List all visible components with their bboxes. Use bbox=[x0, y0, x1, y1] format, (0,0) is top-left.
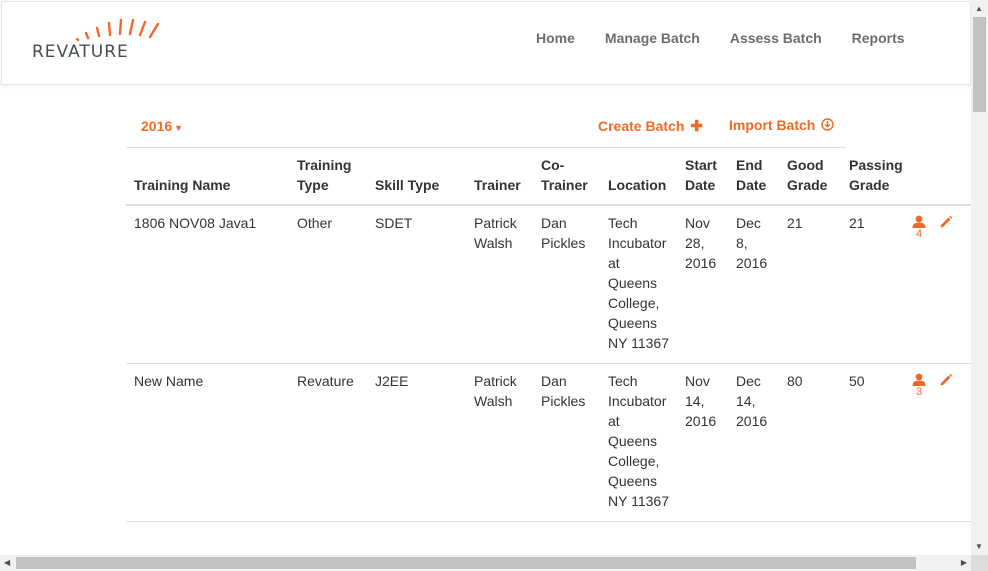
main-nav: Home Manage Batch Assess Batch Reports bbox=[536, 30, 935, 46]
cell-passing-grade: 21 bbox=[841, 205, 911, 364]
col-training-type[interactable]: Training Type bbox=[289, 147, 367, 206]
scroll-left-arrow-icon[interactable]: ◀ bbox=[4, 558, 10, 567]
cell-co-trainer: Dan Pickles bbox=[533, 205, 600, 364]
year-value: 2016 bbox=[141, 118, 173, 134]
cell-skill-type: J2EE bbox=[367, 363, 466, 522]
cell-training-name: 1806 NOV08 Java1 bbox=[126, 205, 289, 364]
cell-training-type: Other bbox=[289, 205, 367, 364]
top-navbar: REVATURE Home Manage Batch Assess Batch … bbox=[1, 1, 971, 85]
cell-good-grade: 80 bbox=[779, 363, 841, 522]
vertical-scroll-thumb[interactable] bbox=[973, 17, 986, 112]
create-batch-button[interactable]: Create Batch ✚ bbox=[598, 117, 703, 135]
cell-trainer: Patrick Walsh bbox=[466, 205, 533, 364]
nav-reports[interactable]: Reports bbox=[852, 30, 905, 46]
toolbar-divider bbox=[126, 147, 846, 148]
trainee-count: 4 bbox=[915, 228, 923, 240]
logo-wordmark: REVATURE bbox=[32, 42, 129, 62]
import-batch-label: Import Batch bbox=[729, 117, 816, 133]
table-row[interactable]: New Name Revature J2EE Patrick Walsh Dan… bbox=[126, 363, 971, 522]
cell-skill-type: SDET bbox=[367, 205, 466, 364]
cell-location: Tech Incubator at Queens College, Queens… bbox=[600, 363, 677, 522]
cell-passing-grade: 50 bbox=[841, 363, 911, 522]
user-icon bbox=[912, 215, 926, 228]
year-dropdown[interactable]: 2016 ▼ bbox=[141, 118, 183, 134]
horizontal-scrollbar[interactable]: ◀ ▶ bbox=[0, 555, 971, 571]
scroll-right-arrow-icon[interactable]: ▶ bbox=[961, 558, 967, 567]
download-circle-icon bbox=[821, 117, 835, 134]
trainee-count: 3 bbox=[915, 386, 923, 398]
col-end-date[interactable]: End Date bbox=[728, 147, 779, 206]
cell-end-date: Dec 14, 2016 bbox=[728, 363, 779, 522]
vertical-scrollbar[interactable]: ▲ ▼ bbox=[971, 0, 988, 555]
cell-start-date: Nov 14, 2016 bbox=[677, 363, 728, 522]
pencil-icon[interactable] bbox=[939, 372, 953, 392]
cell-trainer: Patrick Walsh bbox=[466, 363, 533, 522]
caret-down-icon: ▼ bbox=[174, 123, 184, 133]
import-batch-button[interactable]: Import Batch bbox=[729, 117, 835, 134]
cell-actions: 3 bbox=[911, 363, 971, 522]
trainees-button[interactable]: 4 bbox=[911, 213, 927, 240]
batch-table: Training Name Training Type Skill Type T… bbox=[126, 147, 971, 522]
plus-icon: ✚ bbox=[690, 118, 703, 135]
cell-start-date: Nov 28, 2016 bbox=[677, 205, 728, 364]
col-good-grade[interactable]: Good Grade bbox=[779, 147, 841, 206]
logo-sunburst-icon bbox=[75, 18, 160, 42]
scrollbar-corner bbox=[971, 555, 988, 571]
table-row[interactable]: 1806 NOV08 Java1 Other SDET Patrick Wals… bbox=[126, 205, 971, 364]
nav-assess-batch[interactable]: Assess Batch bbox=[730, 30, 822, 46]
create-batch-label: Create Batch bbox=[598, 118, 685, 134]
cell-training-name: New Name bbox=[126, 363, 289, 522]
horizontal-scroll-thumb[interactable] bbox=[16, 557, 916, 569]
nav-home[interactable]: Home bbox=[536, 30, 575, 46]
cell-co-trainer: Dan Pickles bbox=[533, 363, 600, 522]
nav-manage-batch[interactable]: Manage Batch bbox=[605, 30, 700, 46]
batch-toolbar: 2016 ▼ Create Batch ✚ Import Batch bbox=[126, 110, 971, 148]
revature-logo[interactable]: REVATURE bbox=[32, 16, 167, 64]
scroll-down-arrow-icon[interactable]: ▼ bbox=[975, 542, 983, 551]
pencil-icon[interactable] bbox=[939, 214, 953, 234]
col-co-trainer[interactable]: Co-Trainer bbox=[533, 147, 600, 206]
col-passing-grade[interactable]: Passing Grade bbox=[841, 147, 911, 206]
col-location[interactable]: Location bbox=[600, 147, 677, 206]
table-header-row: Training Name Training Type Skill Type T… bbox=[126, 147, 971, 206]
cell-end-date: Dec 8, 2016 bbox=[728, 205, 779, 364]
cell-location: Tech Incubator at Queens College, Queens… bbox=[600, 205, 677, 364]
col-trainer[interactable]: Trainer bbox=[466, 147, 533, 206]
col-skill-type[interactable]: Skill Type bbox=[367, 147, 466, 206]
user-icon bbox=[912, 373, 926, 386]
cell-good-grade: 21 bbox=[779, 205, 841, 364]
col-training-name[interactable]: Training Name bbox=[126, 147, 289, 206]
trainees-button[interactable]: 3 bbox=[911, 371, 927, 398]
cell-actions: 4 bbox=[911, 205, 971, 364]
cell-training-type: Revature bbox=[289, 363, 367, 522]
col-start-date[interactable]: Start Date bbox=[677, 147, 728, 206]
scroll-up-arrow-icon[interactable]: ▲ bbox=[975, 4, 983, 13]
manage-batch-panel: 2016 ▼ Create Batch ✚ Import Batch Trainin… bbox=[126, 110, 971, 522]
col-actions bbox=[911, 147, 971, 206]
